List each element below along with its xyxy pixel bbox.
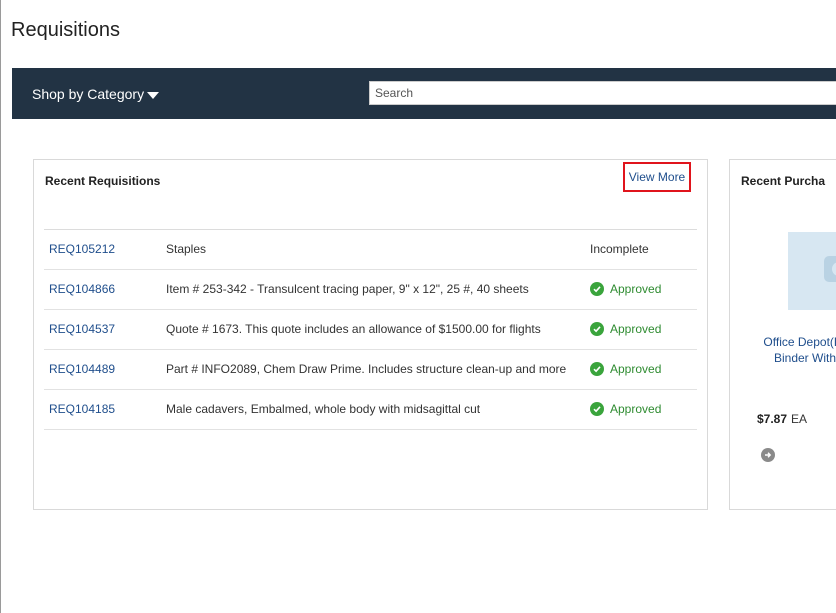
status-label: Approved	[610, 402, 662, 416]
requisition-id-link[interactable]: REQ105212	[49, 242, 115, 256]
camera-icon	[824, 256, 836, 282]
page-title: Requisitions	[11, 19, 120, 41]
table-row: REQ104489 Part # INFO2089, Chem Draw Pri…	[44, 350, 697, 390]
table-row: REQ104866 Item # 253-342 - Transulcent t…	[44, 270, 697, 310]
check-circle-icon	[590, 282, 604, 296]
product-name-line: Binder With	[773, 351, 836, 365]
table-row: REQ104537 Quote # 1673. This quote inclu…	[44, 310, 697, 350]
app-window: Requisitions Shop by Category Recent Req…	[0, 0, 836, 613]
shop-by-category-dropdown[interactable]: Shop by Category	[32, 86, 160, 102]
search-input[interactable]	[369, 81, 836, 105]
requisition-id-link[interactable]: REQ104489	[49, 362, 115, 376]
requisition-id-link[interactable]: REQ104185	[49, 402, 115, 416]
check-circle-icon	[590, 322, 604, 336]
status-text: Incomplete	[590, 242, 649, 256]
status-label: Approved	[610, 322, 662, 336]
view-more-link[interactable]: View More	[623, 162, 691, 192]
arrow-right-circle-icon[interactable]	[761, 448, 775, 462]
requisition-description: Male cadavers, Embalmed, whole body with…	[166, 402, 481, 416]
table-row: REQ104185 Male cadavers, Embalmed, whole…	[44, 390, 697, 430]
requisition-id-link[interactable]: REQ104866	[49, 282, 115, 296]
product-unit-of-measure: EA	[791, 412, 808, 426]
requisition-id-link[interactable]: REQ104537	[49, 322, 115, 336]
requisition-description: Item # 253-342 - Transulcent tracing pap…	[166, 282, 529, 296]
status-text: Approved	[590, 402, 661, 416]
recent-requisitions-title: Recent Requisitions	[45, 174, 161, 188]
check-circle-icon	[590, 362, 604, 376]
status-text: Approved	[590, 362, 661, 376]
status-text: Approved	[590, 282, 661, 296]
product-price: $7.87	[757, 412, 788, 426]
status-label: Approved	[610, 362, 662, 376]
caret-down-icon	[147, 91, 160, 99]
status-text: Approved	[590, 322, 661, 336]
recent-requisitions-panel: Recent Requisitions View More REQ105212 …	[33, 159, 708, 510]
recent-purchases-panel: Recent Purcha Office Depot(R) Binder Wit…	[729, 159, 836, 510]
status-label: Approved	[610, 282, 662, 296]
requisition-description: Staples	[166, 242, 207, 256]
requisition-description: Quote # 1673. This quote includes an all…	[166, 322, 541, 336]
product-name-link[interactable]: Office Depot(R) Binder With	[750, 334, 836, 366]
navigation-bar: Shop by Category	[12, 68, 836, 119]
product-name-line: Office Depot(R)	[763, 335, 836, 349]
requisitions-table: REQ105212 Staples Incomplete REQ104866 I…	[44, 229, 697, 430]
recent-purchases-title: Recent Purcha	[741, 174, 826, 188]
table-row: REQ105212 Staples Incomplete	[44, 230, 697, 270]
status-label: Incomplete	[590, 242, 649, 256]
product-image[interactable]	[788, 232, 836, 310]
check-circle-icon	[590, 402, 604, 416]
shop-by-category-label: Shop by Category	[32, 86, 145, 102]
requisition-description: Part # INFO2089, Chem Draw Prime. Includ…	[166, 362, 567, 376]
